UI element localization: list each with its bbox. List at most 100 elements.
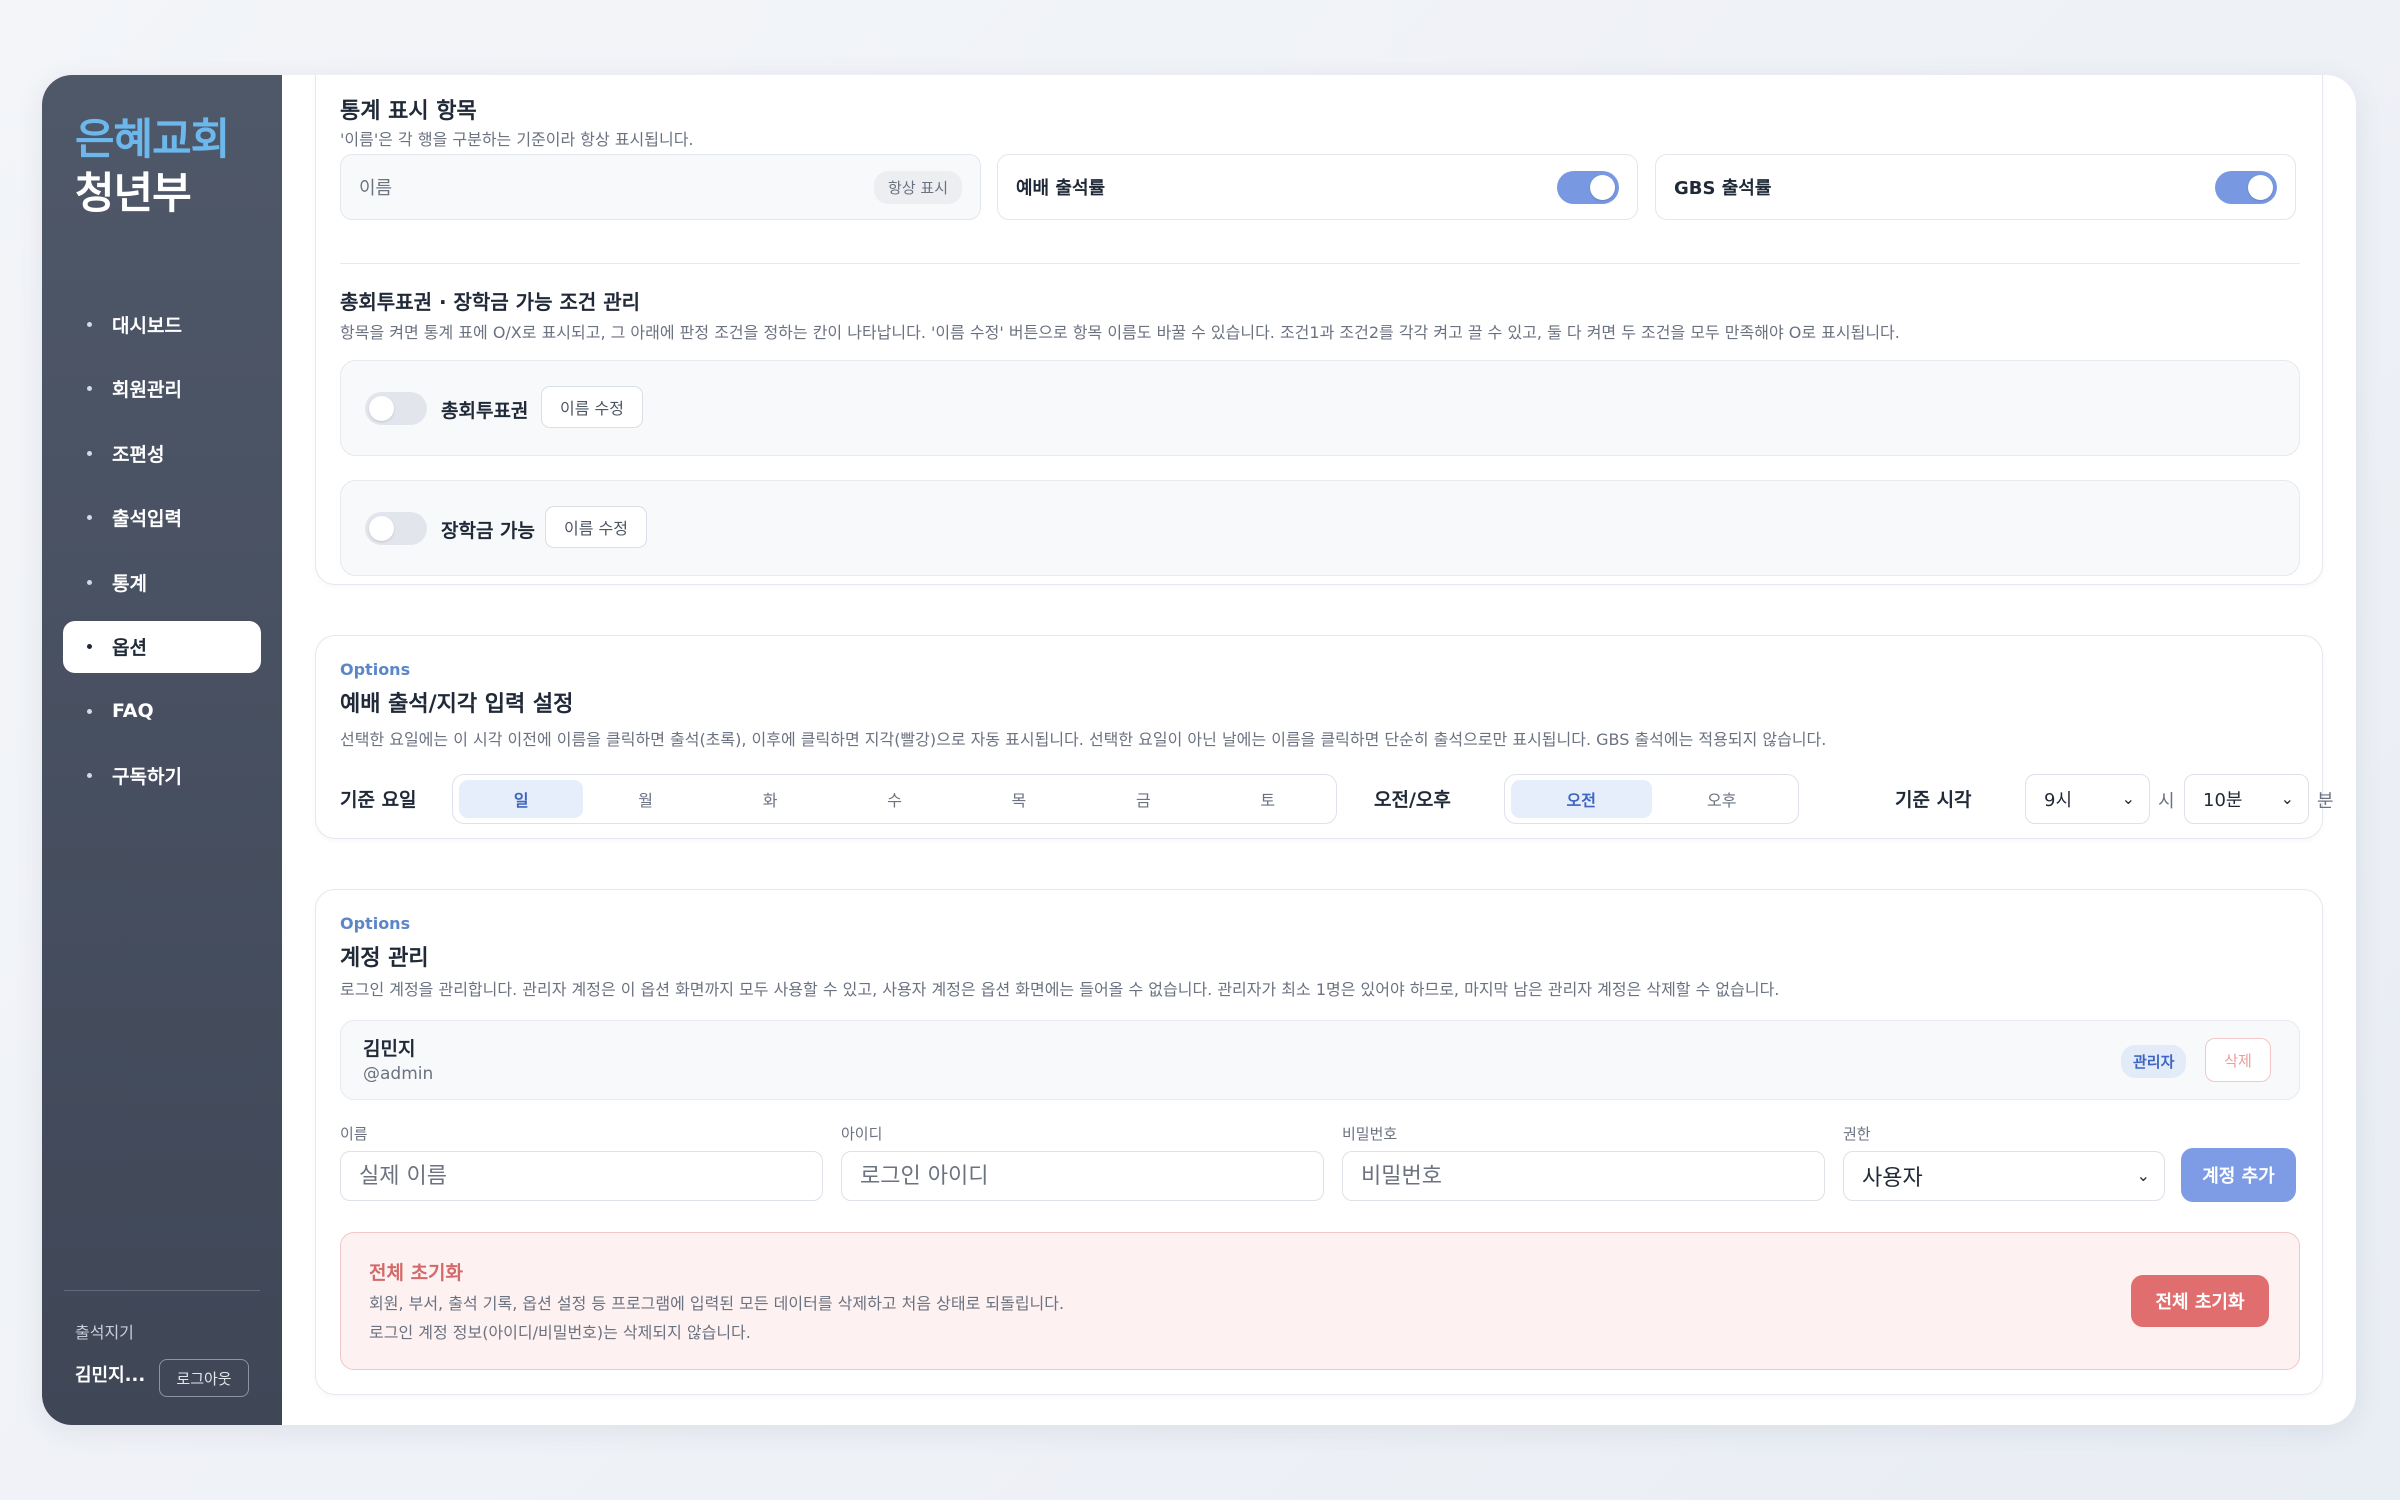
account-name: 김민지 bbox=[363, 1038, 416, 1060]
account-title: 계정 관리 bbox=[340, 946, 429, 971]
reset-desc-line2: 로그인 계정 정보(아이디/비밀번호)는 삭제되지 않습니다. bbox=[369, 1323, 751, 1342]
brand-logo: 은혜교회 청년부 bbox=[75, 113, 230, 221]
vote-toggle[interactable] bbox=[365, 392, 427, 425]
reset-title: 전체 초기화 bbox=[369, 1262, 464, 1284]
conditions-title: 총회투표권 · 장학금 가능 조건 관리 bbox=[340, 290, 641, 314]
account-eyebrow: Options bbox=[340, 914, 411, 933]
sidebar-item-stats[interactable]: 통계 bbox=[63, 556, 261, 608]
gbs-rate-toggle[interactable] bbox=[2215, 170, 2277, 204]
day-option-tue[interactable]: 화 bbox=[708, 780, 832, 818]
bullet-icon bbox=[87, 579, 92, 585]
sidebar-item-label: 통계 bbox=[112, 572, 147, 595]
worship-rate-label: 예배 출석률 bbox=[1016, 178, 1106, 199]
id-input-label: 아이디 bbox=[841, 1125, 883, 1143]
day-option-wed[interactable]: 수 bbox=[832, 780, 956, 818]
stats-card-desc: '이름'은 각 행을 구분하는 기준이라 항상 표시됩니다. bbox=[340, 130, 694, 149]
minute-value: 10분 bbox=[2203, 790, 2243, 811]
attendance-title: 예배 출석/지각 입력 설정 bbox=[340, 692, 574, 717]
reset-desc-line1: 회원, 부서, 출석 기록, 옵션 설정 등 프로그램에 입력된 모든 데이터를… bbox=[369, 1294, 1065, 1313]
ampm-option-am[interactable]: 오전 bbox=[1511, 780, 1652, 818]
sidebar-item-label: 대시보드 bbox=[112, 314, 182, 337]
attendance-settings-card: Options 예배 출석/지각 입력 설정 선택한 요일에는 이 시각 이전에… bbox=[315, 635, 2334, 839]
always-shown-badge: 항상 표시 bbox=[874, 170, 962, 204]
reset-all-button[interactable]: 전체 초기화 bbox=[2131, 1275, 2269, 1327]
bullet-icon bbox=[87, 708, 92, 714]
bullet-icon bbox=[87, 386, 92, 391]
conditions-desc: 항목을 켜면 통계 표에 O/X로 표시되고, 그 아래에 판정 조건을 정하는… bbox=[340, 323, 1900, 342]
name-field-label: 이름 bbox=[359, 178, 393, 199]
gbs-rate-label: GBS 출석률 bbox=[1674, 178, 1772, 199]
sidebar: 은혜교회 청년부 대시보드 회원관리 조편성 출석입력 통계 옵션 FAQ 구독… bbox=[42, 75, 282, 1425]
role-badge: 관리자 bbox=[2121, 1045, 2187, 1078]
minute-unit: 분 bbox=[2317, 791, 2334, 812]
password-input-label: 비밀번호 bbox=[1342, 1125, 1398, 1143]
sidebar-item-groups[interactable]: 조편성 bbox=[63, 427, 261, 479]
stats-display-card: 통계 표시 항목 '이름'은 각 행을 구분하는 기준이라 항상 표시됩니다. … bbox=[315, 75, 2323, 585]
sidebar-section-label: 출석지기 bbox=[75, 1323, 134, 1342]
gbs-rate-field: GBS 출석률 bbox=[1655, 154, 2296, 220]
sidebar-item-label: 회원관리 bbox=[112, 379, 182, 401]
hour-select[interactable]: 9시 ⌄ bbox=[2025, 774, 2150, 824]
day-label: 기준 요일 bbox=[340, 789, 417, 811]
stats-card-title: 통계 표시 항목 bbox=[340, 99, 477, 124]
brand-line1: 은혜교회 bbox=[75, 115, 230, 165]
sidebar-item-dashboard[interactable]: 대시보드 bbox=[63, 298, 261, 350]
attendance-eyebrow: Options bbox=[340, 660, 411, 679]
vote-label: 총회투표권 bbox=[441, 400, 529, 422]
scholarship-condition-box: 장학금 가능 이름 수정 bbox=[340, 480, 2300, 576]
brand-line2: 청년부 bbox=[75, 169, 192, 219]
account-id: @admin bbox=[363, 1064, 434, 1084]
sidebar-item-members[interactable]: 회원관리 bbox=[63, 363, 261, 415]
id-input[interactable] bbox=[841, 1151, 1324, 1201]
toggle-knob bbox=[369, 516, 394, 541]
toggle-knob bbox=[1590, 174, 1615, 200]
sidebar-nav: 대시보드 회원관리 조편성 출석입력 통계 옵션 FAQ 구독하기 bbox=[63, 298, 261, 814]
day-option-mon[interactable]: 월 bbox=[583, 780, 707, 818]
section-divider bbox=[340, 263, 2300, 264]
sidebar-item-label: 출석입력 bbox=[112, 508, 182, 530]
hour-value: 9시 bbox=[2044, 790, 2073, 811]
day-option-fri[interactable]: 금 bbox=[1081, 780, 1205, 818]
minute-select[interactable]: 10분 ⌄ bbox=[2184, 774, 2309, 824]
role-select-label: 권한 bbox=[1843, 1125, 1871, 1143]
account-row: 김민지 @admin 관리자 삭제 bbox=[340, 1020, 2300, 1100]
day-selector: 일 월 화 수 목 금 토 bbox=[452, 774, 1337, 824]
reset-panel: 전체 초기화 회원, 부서, 출석 기록, 옵션 설정 등 프로그램에 입력된 … bbox=[340, 1232, 2300, 1370]
name-input[interactable] bbox=[340, 1151, 823, 1201]
day-option-sun[interactable]: 일 bbox=[459, 780, 584, 818]
chevron-down-icon: ⌄ bbox=[2121, 789, 2135, 808]
chevron-down-icon: ⌄ bbox=[2280, 789, 2294, 808]
sidebar-item-options[interactable]: 옵션 bbox=[63, 620, 261, 673]
bullet-icon bbox=[87, 773, 92, 778]
ampm-option-pm[interactable]: 오후 bbox=[1652, 780, 1793, 818]
vote-rename-button[interactable]: 이름 수정 bbox=[541, 386, 643, 428]
delete-account-button[interactable]: 삭제 bbox=[2205, 1038, 2271, 1082]
account-management-card: Options 계정 관리 로그인 계정을 관리합니다. 관리자 계정은 이 옵… bbox=[315, 889, 2323, 1395]
ampm-selector: 오전 오후 bbox=[1504, 774, 1799, 824]
logout-button[interactable]: 로그아웃 bbox=[159, 1359, 249, 1397]
scholarship-label: 장학금 가능 bbox=[441, 520, 536, 542]
bullet-icon bbox=[87, 515, 92, 520]
hour-unit: 시 bbox=[2158, 791, 2175, 812]
bullet-icon bbox=[87, 450, 92, 456]
sidebar-item-label: 구독하기 bbox=[112, 766, 182, 788]
worship-rate-toggle[interactable] bbox=[1557, 170, 1619, 204]
sidebar-item-subscribe[interactable]: 구독하기 bbox=[63, 750, 261, 802]
role-select[interactable]: 사용자 ⌄ bbox=[1843, 1151, 2165, 1201]
day-option-sat[interactable]: 토 bbox=[1206, 780, 1330, 818]
toggle-knob bbox=[369, 396, 394, 421]
sidebar-item-label: 옵션 bbox=[112, 637, 147, 659]
sidebar-item-label: FAQ bbox=[112, 700, 154, 722]
password-input[interactable] bbox=[1342, 1151, 1825, 1201]
role-select-value: 사용자 bbox=[1862, 1166, 1923, 1191]
scholarship-rename-button[interactable]: 이름 수정 bbox=[545, 506, 647, 548]
add-account-button[interactable]: 계정 추가 bbox=[2181, 1148, 2296, 1202]
sidebar-item-attendance[interactable]: 출석입력 bbox=[63, 492, 261, 544]
sidebar-item-faq[interactable]: FAQ bbox=[63, 685, 261, 737]
sidebar-divider bbox=[64, 1290, 260, 1291]
current-user-name: 김민지... bbox=[75, 1365, 146, 1386]
scholarship-toggle[interactable] bbox=[365, 512, 427, 545]
ampm-label: 오전/오후 bbox=[1374, 789, 1451, 811]
day-option-thu[interactable]: 목 bbox=[957, 780, 1081, 818]
worship-rate-field: 예배 출석률 bbox=[997, 154, 1638, 220]
